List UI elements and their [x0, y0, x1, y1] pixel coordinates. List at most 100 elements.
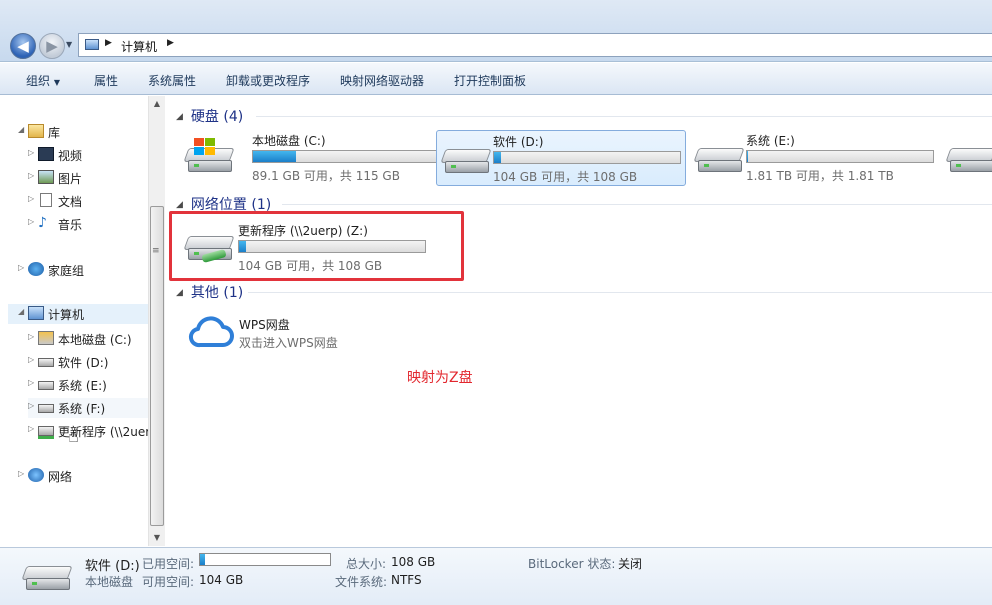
drive-space-info: 89.1 GB 可用，共 115 GB: [252, 169, 400, 183]
nav-item-drive-z[interactable]: ▷ 更新程序 (\\2uer: [28, 421, 150, 441]
command-bar: 组织 ▼ 属性 系统属性 卸载或更改程序 映射网络驱动器 打开控制面板: [0, 63, 992, 95]
navigation-pane: ◢ 库 ▷ 视频 ▷ 图片 ▷ 文档 ▷ ♪ 音乐 ▷ 家庭组 ◢ 计算机 ▷ …: [0, 96, 150, 546]
nav-item-videos[interactable]: ▷ 视频: [28, 145, 148, 165]
breadcrumb-separator-icon[interactable]: ▶: [167, 38, 174, 48]
uninstall-program-button[interactable]: 卸载或更改程序: [226, 72, 310, 89]
properties-button[interactable]: 属性: [94, 72, 118, 89]
collapse-arrow-icon[interactable]: ▷: [28, 194, 34, 203]
nav-item-network[interactable]: ▷ 网络: [18, 466, 148, 486]
windows-logo-icon: [194, 138, 216, 156]
organize-menu[interactable]: 组织 ▼: [26, 72, 60, 89]
divider: [282, 204, 992, 205]
back-arrow-icon: ◀: [17, 37, 29, 55]
nav-label: 图片: [58, 172, 83, 186]
back-button[interactable]: ◀: [10, 33, 36, 59]
expand-arrow-icon[interactable]: ◢: [18, 307, 24, 316]
details-bitlocker-value: 关闭: [618, 557, 643, 571]
nav-label: 本地磁盘 (C:): [58, 333, 132, 347]
nav-label: 系统 (F:): [58, 402, 106, 416]
hard-drive-icon: [21, 566, 73, 592]
recent-pages-dropdown-icon[interactable]: ▼: [66, 40, 72, 49]
expand-arrow-icon: ◢: [176, 288, 183, 298]
computer-icon: [85, 39, 99, 50]
details-bitlocker-label: BitLocker 状态:: [528, 557, 616, 571]
details-free-label: 可用空间:: [142, 575, 195, 589]
drive-tile-d[interactable]: 软件 (D:) 104 GB 可用，共 108 GB: [436, 130, 686, 186]
drive-tile-e[interactable]: 系统 (E:) 1.81 TB 可用，共 1.81 TB: [690, 130, 940, 186]
group-header-hard-disks[interactable]: ◢ 硬盘 (4): [176, 106, 243, 126]
address-bar[interactable]: ▶ 计算机 ▶: [78, 33, 992, 57]
nav-item-drive-e[interactable]: ▷ 系统 (E:): [28, 375, 148, 395]
drive-usage-bar: [746, 150, 934, 163]
details-used-label: 已用空间:: [142, 557, 195, 571]
system-properties-button[interactable]: 系统属性: [148, 72, 196, 89]
collapse-arrow-icon[interactable]: ▷: [28, 148, 34, 157]
breadcrumb-computer[interactable]: 计算机: [121, 38, 157, 55]
nav-item-pictures[interactable]: ▷ 图片: [28, 168, 148, 188]
expand-arrow-icon: ◢: [176, 200, 183, 210]
nav-item-documents[interactable]: ▷ 文档: [28, 191, 148, 211]
nav-label: 系统 (E:): [58, 379, 107, 393]
details-drive-name: 软件 (D:): [85, 559, 140, 574]
nav-item-drive-c[interactable]: ▷ 本地磁盘 (C:): [28, 329, 148, 349]
annotation-text: 映射为Z盘: [407, 370, 473, 386]
system-drive-icon: [38, 331, 54, 345]
scroll-up-icon[interactable]: ▲: [149, 96, 165, 112]
divider: [256, 116, 992, 117]
hard-drive-icon: [693, 148, 745, 174]
collapse-arrow-icon[interactable]: ▷: [18, 469, 24, 478]
grip-icon: ≡: [152, 246, 160, 256]
drive-space-info: 104 GB 可用，共 108 GB: [493, 170, 638, 184]
nav-scrollbar[interactable]: ▲ ≡ ▼: [148, 96, 165, 546]
drive-name: 系统 (E:): [746, 134, 795, 148]
nav-item-drive-d[interactable]: ▷ 软件 (D:): [28, 352, 148, 372]
collapse-arrow-icon[interactable]: ▷: [28, 401, 34, 410]
details-fs-value: NTFS: [391, 573, 422, 587]
highlight-box: [169, 211, 464, 281]
breadcrumb-separator-icon[interactable]: ▶: [105, 38, 112, 48]
nav-label: 库: [48, 126, 61, 140]
picture-icon: [38, 170, 54, 184]
collapse-arrow-icon[interactable]: ▷: [28, 378, 34, 387]
document-icon: [40, 193, 52, 207]
nav-item-homegroup[interactable]: ▷ 家庭组: [18, 260, 148, 280]
forward-button[interactable]: ▶: [39, 33, 65, 59]
content-pane: ◢ 硬盘 (4) 本地磁盘 (C:) 89.1 GB 可用，共 115 GB 软件…: [166, 96, 992, 546]
computer-icon: [28, 306, 44, 320]
video-icon: [38, 147, 54, 161]
expand-arrow-icon[interactable]: ◢: [18, 125, 24, 134]
group-header-other[interactable]: ◢ 其他 (1): [176, 282, 243, 302]
details-fs-label: 文件系统:: [335, 575, 388, 589]
nav-item-music[interactable]: ▷ ♪ 音乐: [28, 214, 148, 234]
nav-item-drive-f[interactable]: ▷ 系统 (F:): [28, 398, 148, 418]
wps-drive-subtitle: 双击进入WPS网盘: [239, 336, 338, 350]
collapse-arrow-icon[interactable]: ▷: [28, 332, 34, 341]
nav-label: 家庭组: [48, 264, 85, 278]
scroll-down-icon[interactable]: ▼: [149, 530, 165, 546]
drive-tile-f[interactable]: [942, 130, 992, 186]
library-folder-icon: [28, 124, 44, 138]
details-free-value: 104 GB: [199, 573, 244, 587]
map-network-drive-button[interactable]: 映射网络驱动器: [340, 72, 424, 89]
collapse-arrow-icon[interactable]: ▷: [28, 217, 34, 226]
open-control-panel-button[interactable]: 打开控制面板: [454, 72, 526, 89]
collapse-arrow-icon[interactable]: ▷: [28, 355, 34, 364]
nav-label: 网络: [48, 470, 73, 484]
nav-item-computer[interactable]: ◢ 计算机: [8, 304, 148, 324]
homegroup-icon: [28, 262, 44, 276]
collapse-arrow-icon[interactable]: ▷: [28, 171, 34, 180]
network-globe-icon: [28, 468, 44, 482]
wps-cloud-icon[interactable]: [188, 316, 234, 348]
nav-label: 软件 (D:): [58, 356, 109, 370]
drive-usage-bar: [493, 151, 681, 164]
nav-item-library[interactable]: ◢ 库: [18, 122, 148, 142]
hard-drive-icon: [945, 148, 992, 174]
drive-name: 软件 (D:): [493, 135, 544, 149]
collapse-arrow-icon[interactable]: ▷: [28, 424, 34, 433]
wps-drive-name[interactable]: WPS网盘: [239, 316, 290, 333]
divider: [248, 292, 992, 293]
drive-tile-c[interactable]: 本地磁盘 (C:) 89.1 GB 可用，共 115 GB: [180, 130, 440, 186]
hard-drive-icon: [38, 404, 54, 413]
collapse-arrow-icon[interactable]: ▷: [18, 263, 24, 272]
forward-arrow-icon: ▶: [46, 37, 58, 55]
